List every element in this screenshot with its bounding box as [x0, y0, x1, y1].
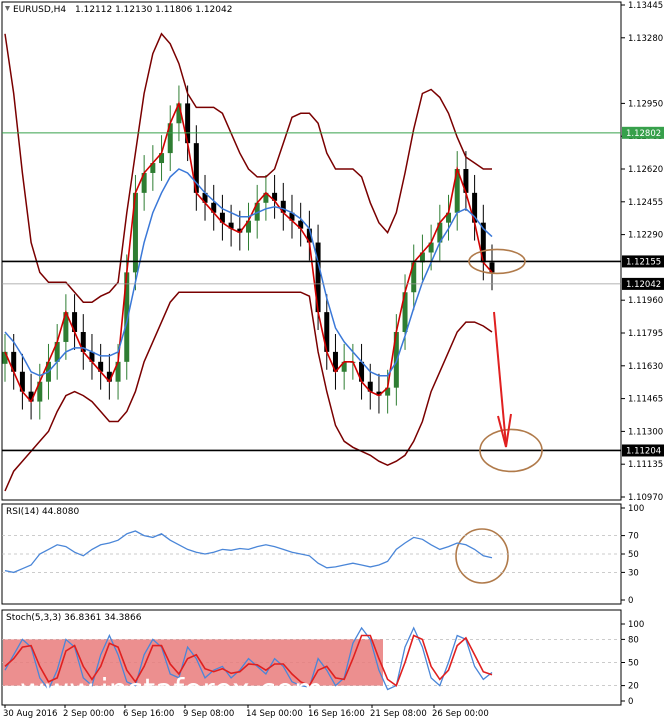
- price-tick-label: 1.12455: [628, 198, 663, 208]
- stoch-tick-label: 20: [628, 682, 639, 692]
- stoch-tick-label: 50: [628, 659, 639, 669]
- stoch-tick-label: 0: [628, 697, 633, 707]
- time-tick-label: 6 Sep 16:00: [123, 709, 174, 719]
- stoch-tick-label: 100: [628, 620, 644, 630]
- level-price-label: 1.12802: [626, 129, 661, 139]
- stoch-tick-label: 80: [628, 635, 639, 645]
- rsi-tick-label: 0: [628, 596, 633, 606]
- current-price-label: 1.12042: [626, 280, 661, 290]
- price-tick-label: 1.12290: [628, 231, 663, 241]
- header-symbol: EURUSD,H4: [13, 5, 66, 15]
- time-tick-label: 14 Sep 00:00: [246, 709, 303, 719]
- level-price-label: 1.11204: [626, 446, 661, 456]
- rsi-header: RSI(14) 44.8080: [6, 507, 79, 517]
- rsi-tick-label: 30: [628, 568, 639, 578]
- stoch-header: Stoch(5,3,3) 36.8361 34.3866: [6, 613, 142, 623]
- price-tick-label: 1.12620: [628, 165, 663, 175]
- time-tick-label: 16 Sep 16:00: [308, 709, 365, 719]
- rsi-tick-label: 100: [628, 504, 644, 514]
- price-tick-label: 1.12950: [628, 99, 663, 109]
- price-tick-label: 1.13445: [628, 1, 663, 11]
- time-tick-label: 30 Aug 2016: [3, 709, 57, 719]
- watermark-text: www.instaforex.com: [20, 673, 323, 708]
- header-ohlc: 1.12112 1.12130 1.11806 1.12042: [75, 5, 232, 15]
- time-tick-label: 26 Sep 00:00: [432, 709, 489, 719]
- level-price-label: 1.12155: [626, 257, 661, 267]
- rsi-tick-label: 70: [628, 532, 639, 542]
- price-tick-label: 1.10970: [628, 493, 663, 503]
- rsi-tick-label: 50: [628, 550, 639, 560]
- eurusd-chart: 1.134451.132801.129501.127851.126201.124…: [0, 0, 665, 723]
- price-tick-label: 1.13280: [628, 34, 663, 44]
- price-tick-label: 1.11795: [628, 329, 663, 339]
- price-tick-label: 1.11465: [628, 395, 663, 405]
- price-tick-label: 1.11300: [628, 427, 663, 437]
- price-tick-label: 1.11135: [628, 460, 663, 470]
- time-tick-label: 9 Sep 08:00: [183, 709, 234, 719]
- time-tick-label: 21 Sep 08:00: [370, 709, 427, 719]
- price-tick-label: 1.11630: [628, 362, 663, 372]
- time-tick-label: 2 Sep 00:00: [63, 709, 114, 719]
- price-tick-label: 1.11960: [628, 296, 663, 306]
